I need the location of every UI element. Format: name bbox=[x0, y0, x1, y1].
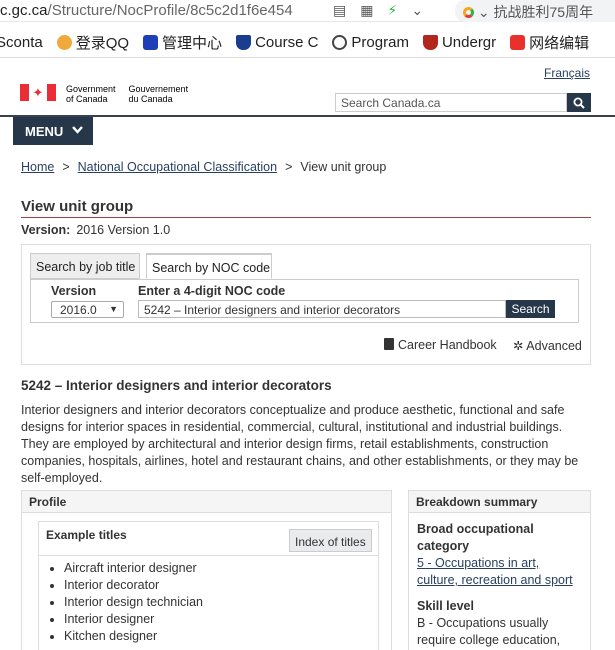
book-icon bbox=[384, 338, 394, 350]
broad-category-heading: Broad occupational category bbox=[417, 522, 534, 553]
tab-search-by-job-title[interactable]: Search by job title bbox=[30, 253, 140, 279]
breakdown-summary-card: Breakdown summary Broad occupational cat… bbox=[408, 490, 591, 650]
unit-group-description: Interior designers and interior decorato… bbox=[21, 403, 579, 485]
unit-group-title: 5242 – Interior designers and interior d… bbox=[21, 378, 332, 393]
gear-icon: ✲ bbox=[513, 339, 524, 353]
version-label: Version bbox=[51, 284, 97, 298]
search-icon bbox=[573, 97, 585, 109]
noc-code-input[interactable]: 5242 – Interior designers and interior d… bbox=[138, 300, 506, 318]
advanced-search-link[interactable]: ✲ Advanced bbox=[513, 338, 582, 353]
bookmarks-bar: Sconta 登录QQ 管理中心 Course C Program Underg… bbox=[0, 28, 615, 58]
crest-icon bbox=[422, 35, 438, 50]
bookmark-item[interactable]: 管理中心 bbox=[143, 32, 222, 53]
site-search-input[interactable]: Search Canada.ca bbox=[335, 93, 567, 112]
bookmark-item[interactable]: Program bbox=[332, 34, 409, 51]
url-text[interactable]: c.gc.ca/Structure/NocProfile/8c5c2d1f6e4… bbox=[0, 2, 293, 19]
site-search-button[interactable] bbox=[567, 93, 591, 112]
site-icon bbox=[143, 35, 159, 50]
list-item: Interior decorator bbox=[64, 577, 203, 594]
skill-level-heading: Skill level bbox=[417, 599, 474, 613]
bookmark-item[interactable]: Undergr bbox=[422, 34, 496, 51]
list-item: Interior designer bbox=[64, 611, 203, 628]
example-titles-list: Aircraft interior designer Interior deco… bbox=[49, 560, 203, 645]
noc-code-label: Enter a 4-digit NOC code bbox=[138, 284, 286, 298]
title-divider bbox=[21, 217, 591, 218]
profile-card: Profile Example titles Index of titles A… bbox=[21, 490, 392, 650]
dropdown-arrow-icon: ▼ bbox=[109, 304, 118, 314]
reader-mode-icon[interactable]: ▤ bbox=[333, 2, 346, 19]
menu-button[interactable]: MENU bbox=[13, 117, 93, 145]
netease-icon bbox=[510, 35, 526, 50]
career-handbook-link[interactable]: Career Handbook bbox=[384, 338, 497, 352]
list-item: Aircraft interior designer bbox=[64, 560, 203, 577]
breadcrumb-home-link[interactable]: Home bbox=[21, 160, 54, 174]
version-info: Version: 2016 Version 1.0 bbox=[21, 223, 171, 237]
lightning-icon[interactable]: ⚡ bbox=[387, 2, 397, 19]
profile-heading: Profile bbox=[22, 491, 391, 513]
bookmark-item[interactable]: 登录QQ bbox=[56, 32, 129, 53]
tab-content: Version Enter a 4-digit NOC code 2016.0 … bbox=[30, 279, 579, 323]
bookmark-item[interactable]: Course C bbox=[236, 34, 318, 51]
goc-wordmark: Government of Canada Gouvernement du Canad… bbox=[66, 84, 189, 104]
globe-icon bbox=[332, 35, 348, 50]
list-item: Kitchen designer bbox=[64, 628, 203, 645]
noc-search-button[interactable]: Search bbox=[506, 300, 555, 318]
broad-category-link[interactable]: 5 - Occupations in art, culture, recreat… bbox=[417, 556, 573, 587]
breadcrumb-noc-link[interactable]: National Occupational Classification bbox=[78, 160, 277, 174]
bookmark-item[interactable]: Sconta bbox=[0, 34, 43, 51]
goc-signature[interactable]: ✦ Government of Canada Gouvernement du Can… bbox=[20, 84, 188, 104]
bookmark-item[interactable]: 网络编辑 bbox=[510, 32, 589, 53]
search-engine-icon bbox=[463, 7, 474, 18]
chevron-down-icon[interactable]: ⌄ bbox=[411, 2, 423, 19]
browser-address-bar[interactable]: c.gc.ca/Structure/NocProfile/8c5c2d1f6e4… bbox=[0, 0, 615, 22]
shield-icon bbox=[236, 35, 252, 50]
chevron-down-icon bbox=[72, 125, 84, 137]
panel-divider bbox=[39, 555, 378, 556]
breadcrumb-current: View unit group bbox=[300, 160, 387, 174]
index-of-titles-button[interactable]: Index of titles bbox=[289, 529, 372, 552]
breadcrumb: Home > National Occupational Classificatio… bbox=[21, 160, 387, 174]
browser-search-box[interactable]: ⌄ 抗战胜利75周年 bbox=[455, 0, 615, 22]
skill-level-text: B - Occupations usually require college … bbox=[417, 616, 561, 647]
list-item: Interior design technician bbox=[64, 594, 203, 611]
qq-icon bbox=[56, 35, 72, 50]
canada-flag-icon: ✦ bbox=[20, 84, 56, 101]
qr-code-icon[interactable]: ▦ bbox=[360, 2, 373, 19]
page-title: View unit group bbox=[21, 198, 134, 215]
version-select[interactable]: 2016.0 ▼ bbox=[51, 301, 124, 318]
language-toggle-link[interactable]: Français bbox=[544, 66, 590, 80]
search-suggestion: ⌄ bbox=[474, 4, 494, 20]
address-bar-icons: ▤ ▦ ⚡ ⌄ bbox=[333, 2, 423, 19]
noc-search-panel: Search by job title Search by NOC code V… bbox=[21, 244, 591, 365]
tab-search-by-noc-code[interactable]: Search by NOC code bbox=[146, 253, 272, 279]
breakdown-heading: Breakdown summary bbox=[409, 491, 590, 513]
